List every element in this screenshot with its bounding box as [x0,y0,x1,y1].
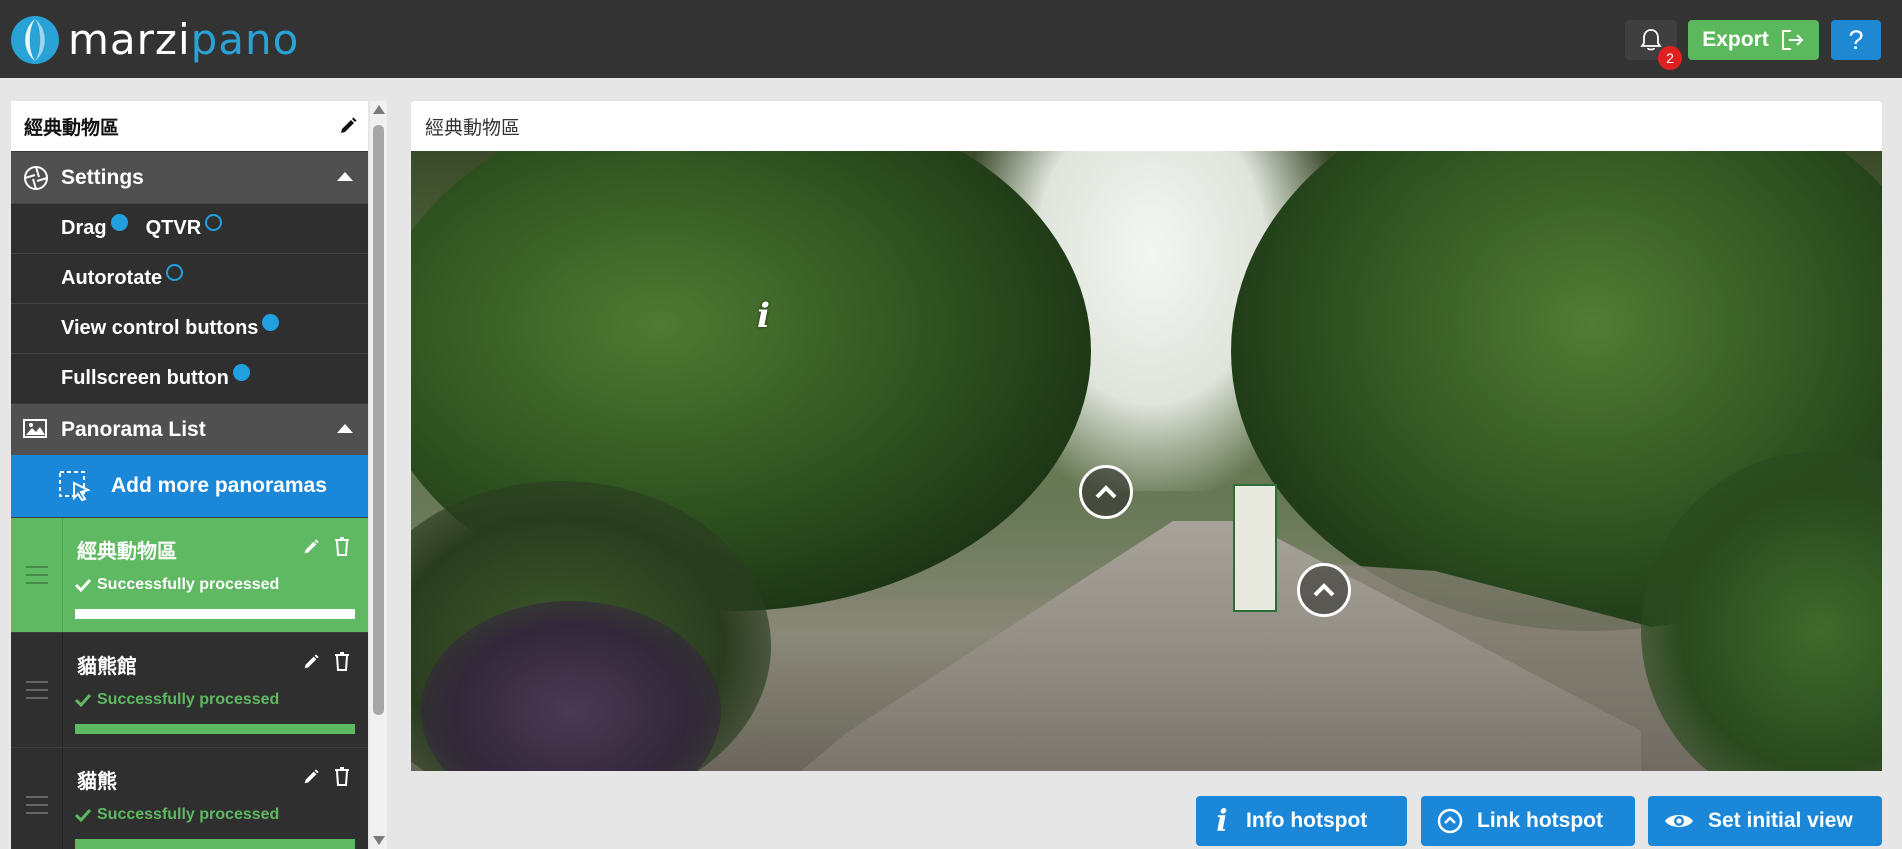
aperture-icon [24,166,48,190]
processing-progress-bar [75,724,355,734]
export-button[interactable]: Export [1688,20,1819,60]
project-title: 經典動物區 [24,117,120,139]
add-selection-icon [59,471,91,502]
processing-status-text: Successfully processed [97,806,280,823]
panorama-list-item[interactable]: 經典動物區 Successfully processed [11,517,368,632]
drag-handle[interactable] [11,633,63,747]
drag-handle-icon [25,681,48,699]
project-title-bar: 經典動物區 [11,101,368,151]
help-button[interactable]: ? [1831,20,1881,60]
drag-handle-icon [25,796,48,814]
info-hotspot-button[interactable]: i Info hotspot [1196,796,1407,846]
link-hotspot-label: Link hotspot [1477,809,1603,832]
trash-icon[interactable] [334,537,350,556]
autorotate-toggle[interactable] [166,264,184,281]
panorama-name: 貓熊館 [77,656,137,678]
panorama-name: 經典動物區 [77,541,177,563]
setting-row-fullscreen: Fullscreen button [11,353,368,403]
export-icon [1781,30,1804,50]
edit-project-title-icon[interactable] [338,116,358,136]
processing-status: Successfully processed [75,691,279,709]
processing-progress-bar [75,609,355,619]
top-bar: marzipano 2 Export ? [0,0,1902,78]
settings-section-header[interactable]: Settings [11,151,368,203]
autorotate-label: Autorotate [61,267,163,289]
set-initial-view-label: Set initial view [1708,809,1853,832]
trash-icon[interactable] [334,767,350,786]
logo-text-part2: pano [190,15,300,64]
drag-handle[interactable] [11,518,63,632]
panorama-list-item[interactable]: 貓熊 Successfully processed [11,747,368,849]
viewer-title: 經典動物區 [425,117,521,139]
panorama-list-item[interactable]: 貓熊館 Successfully processed [11,632,368,747]
link-hotspot-marker[interactable] [1297,563,1351,617]
info-icon: i [1216,803,1228,839]
checkmark-icon [75,693,91,707]
scroll-up-arrow-icon[interactable] [373,105,385,114]
setting-row-view-control: View control buttons [11,303,368,353]
drag-handle[interactable] [11,748,63,849]
image-gallery-icon [23,419,47,438]
sidebar: 經典動物區 Settings Drag QTVR Autorotate View… [11,101,368,849]
view-control-toggle[interactable] [262,314,280,331]
qtvr-radio[interactable] [205,214,223,231]
chevron-up-icon [1313,583,1335,597]
bell-icon [1640,29,1662,51]
drag-label: Drag [61,217,107,239]
eye-icon [1665,815,1693,827]
link-hotspot-button[interactable]: Link hotspot [1421,796,1635,846]
edit-icon[interactable] [302,653,320,671]
panorama-list-title: Panorama List [61,417,206,441]
view-control-label: View control buttons [61,317,259,339]
checkmark-icon [75,578,91,592]
processing-progress-bar [75,839,355,849]
scrollbar-thumb[interactable] [373,125,384,715]
sidebar-scrollbar[interactable] [370,101,387,849]
processing-status-text: Successfully processed [97,691,280,708]
drag-radio[interactable] [110,214,128,231]
panorama-list-section-header[interactable]: Panorama List [11,403,368,455]
viewer-title-bar: 經典動物區 [411,101,1882,151]
edit-icon[interactable] [302,768,320,786]
logo-text: marzipano [68,15,299,65]
fullscreen-label: Fullscreen button [61,367,229,389]
fullscreen-toggle[interactable] [232,364,250,381]
processing-status: Successfully processed [75,806,279,824]
collapse-up-icon[interactable] [336,170,354,182]
edit-icon[interactable] [302,538,320,556]
checkmark-icon [75,808,91,822]
panorama-name: 貓熊 [77,771,117,793]
app-logo[interactable]: marzipano [10,14,299,66]
info-hotspot-marker[interactable]: i [757,296,770,336]
notification-count-badge: 2 [1658,46,1682,70]
setting-row-control-mode: Drag QTVR [11,203,368,253]
drag-handle-icon [25,566,48,584]
setting-row-autorotate: Autorotate [11,253,368,303]
collapse-up-icon[interactable] [336,422,354,434]
export-label: Export [1702,28,1769,51]
logo-text-part1: marzi [68,15,191,64]
scroll-down-arrow-icon[interactable] [373,836,385,845]
link-hotspot-icon [1437,808,1463,834]
link-hotspot-marker[interactable] [1079,465,1133,519]
set-initial-view-button[interactable]: Set initial view [1648,796,1882,846]
qtvr-label: QTVR [145,217,202,239]
add-panoramas-button[interactable]: Add more panoramas [11,455,368,517]
processing-status: Successfully processed [75,576,279,594]
add-panoramas-label: Add more panoramas [111,474,327,497]
processing-status-text: Successfully processed [97,576,280,593]
logo-icon [11,16,59,64]
panorama-sign-board [1233,484,1277,612]
panorama-viewer[interactable]: i [411,151,1882,771]
info-hotspot-label: Info hotspot [1246,809,1368,832]
settings-title: Settings [61,165,144,189]
trash-icon[interactable] [334,652,350,671]
chevron-up-icon [1095,485,1117,499]
